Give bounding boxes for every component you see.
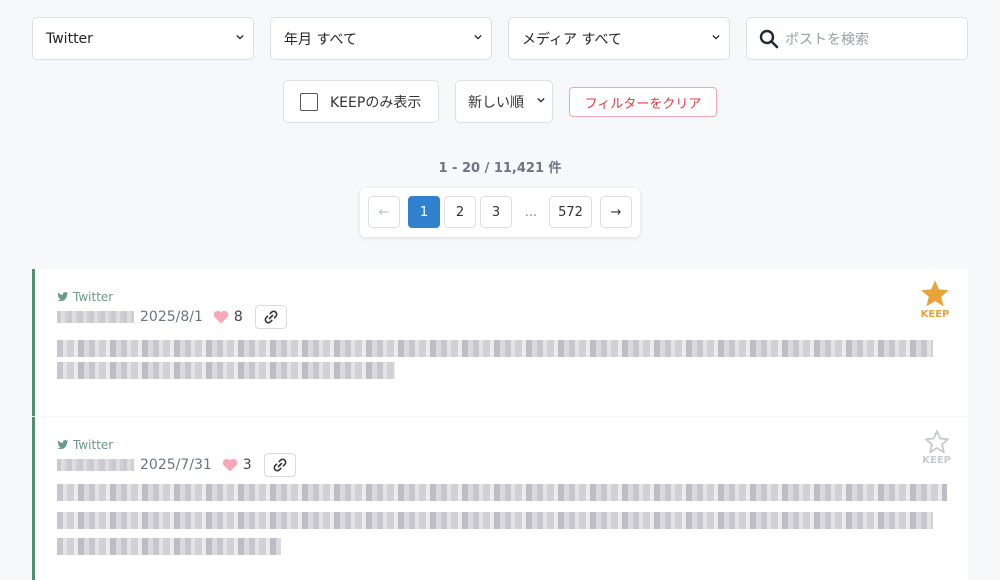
- post-date: 2025/8/1: [140, 309, 203, 325]
- media-select[interactable]: メディア すべて: [508, 17, 730, 60]
- platform-select[interactable]: Twitter: [32, 17, 254, 60]
- post-source: Twitter: [57, 438, 113, 452]
- link-icon: [264, 310, 278, 324]
- post-date: 2025/7/31: [140, 457, 212, 473]
- post-meta: 2025/8/1 8: [57, 305, 287, 329]
- post-text-redacted: [57, 484, 947, 501]
- page-button-3[interactable]: 3: [480, 196, 512, 228]
- chevron-down-icon: [236, 34, 244, 40]
- post-source-label: Twitter: [73, 290, 114, 304]
- post-card[interactable]: Twitter 2025/7/31 3 KEEP: [32, 417, 968, 580]
- post-text-redacted: [57, 340, 933, 357]
- next-page-button[interactable]: →: [600, 196, 632, 228]
- post-text-redacted: [57, 362, 395, 379]
- keep-only-checkbox[interactable]: [300, 92, 318, 111]
- prev-page-button[interactable]: ←: [368, 196, 400, 228]
- username-redacted: [57, 311, 134, 323]
- post-card[interactable]: Twitter 2025/8/1 8 KEEP: [32, 269, 968, 416]
- keep-label: KEEP: [922, 455, 951, 466]
- filter-bar: Twitter 年月 すべて メディア すべて ポストを検索: [32, 17, 968, 61]
- heart-icon: [213, 310, 229, 324]
- post-text-redacted: [57, 512, 933, 529]
- page-button-1[interactable]: 1: [408, 196, 440, 228]
- post-text-redacted: [57, 538, 281, 555]
- pagination: ← 1 2 3 ... 572 →: [360, 188, 640, 237]
- chevron-down-icon: [712, 34, 720, 40]
- chevron-down-icon: [537, 97, 545, 103]
- search-icon: [759, 29, 779, 48]
- search-input[interactable]: ポストを検索: [746, 17, 968, 60]
- platform-select-value: Twitter: [46, 30, 93, 47]
- star-outline-icon: [924, 430, 949, 454]
- username-redacted: [57, 459, 134, 471]
- page-button-2[interactable]: 2: [444, 196, 476, 228]
- page-button-572[interactable]: 572: [549, 196, 592, 228]
- twitter-bird-icon: [57, 292, 69, 302]
- keep-toggle[interactable]: KEEP: [922, 429, 951, 466]
- media-select-value: メディア すべて: [522, 31, 622, 48]
- copy-link-button[interactable]: [254, 305, 287, 329]
- link-icon: [273, 458, 287, 472]
- keep-only-toggle[interactable]: KEEPのみ表示: [283, 80, 439, 123]
- post-meta: 2025/7/31 3: [57, 453, 296, 477]
- clear-filters-button[interactable]: フィルターをクリア: [569, 87, 717, 117]
- heart-icon: [222, 458, 238, 472]
- date-select[interactable]: 年月 すべて: [270, 17, 492, 60]
- like-count: 8: [233, 309, 243, 325]
- keep-only-label: KEEPのみ表示: [330, 94, 422, 111]
- copy-link-button[interactable]: [263, 453, 296, 477]
- post-source: Twitter: [57, 290, 113, 304]
- results-count: 1 - 20 / 11,421 件: [438, 161, 562, 176]
- pagination-ellipsis: ...: [524, 204, 538, 220]
- twitter-bird-icon: [57, 440, 69, 450]
- keep-label: KEEP: [920, 309, 950, 320]
- keep-toggle[interactable]: KEEP: [919, 279, 951, 320]
- sort-select-value: 新しい順: [468, 94, 524, 111]
- star-filled-icon: [921, 280, 949, 307]
- chevron-down-icon: [474, 34, 482, 40]
- sort-select[interactable]: 新しい順: [455, 80, 553, 123]
- date-select-value: 年月 すべて: [284, 31, 357, 48]
- like-count: 3: [242, 457, 252, 473]
- search-placeholder: ポストを検索: [785, 31, 869, 48]
- post-source-label: Twitter: [73, 438, 114, 452]
